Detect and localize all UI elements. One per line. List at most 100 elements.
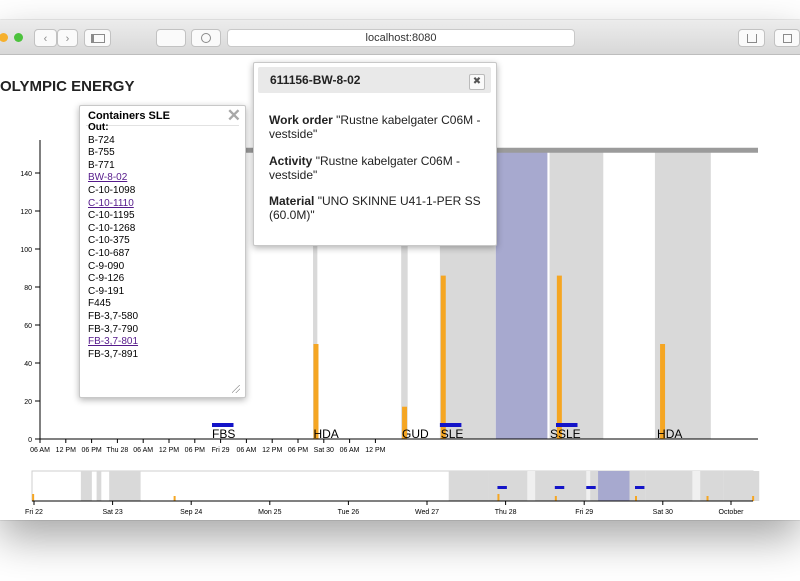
bar[interactable] — [440, 275, 446, 439]
x-tick-label: 06 PM — [288, 447, 308, 454]
resize-handle-icon[interactable] — [232, 385, 240, 393]
container-item: FB-3,7-891 — [88, 348, 139, 360]
material-field: Material "UNO SKINNE U41-1-PER SS (60.0M… — [269, 194, 484, 222]
overview-bar — [706, 496, 709, 501]
y-tick-label: 80 — [24, 285, 32, 292]
overview-band[interactable] — [96, 471, 102, 501]
workorder-header: 611156-BW-8-02 ✖ — [258, 67, 491, 93]
container-item: Out: — [88, 122, 109, 133]
forward-button[interactable]: › — [57, 29, 78, 47]
overview-bar — [752, 496, 755, 501]
overview-mark — [635, 486, 645, 489]
overview-band[interactable] — [448, 471, 489, 501]
container-item: B-771 — [88, 159, 115, 171]
browser-window: ‹ › localhost:8080 OLYMPIC ENERGY FBS HDA… — [0, 20, 800, 520]
container-item: C-9-126 — [88, 273, 125, 285]
y-tick-label: 20 — [24, 399, 32, 406]
share-icon — [746, 33, 757, 43]
container-item: FB-3,7-580 — [88, 310, 139, 322]
container-item: C-10-1268 — [88, 222, 136, 234]
activity-field-label: Activity — [269, 154, 313, 168]
containers-title: Containers SLE — [88, 110, 170, 122]
overview-x-tick-label: Mon 25 — [258, 509, 281, 516]
y-tick-label: 120 — [20, 209, 32, 216]
overview-x-tick-label: Sat 23 — [102, 509, 122, 516]
workorder-field-label: Work order — [269, 113, 333, 127]
x-tick-label: 06 AM — [133, 447, 153, 454]
material-field-label: Material — [269, 194, 315, 208]
x-tick-label: 12 PM — [159, 447, 179, 454]
overview-band[interactable] — [80, 471, 92, 501]
privacy-icon — [201, 33, 211, 44]
overview-selected-band[interactable] — [598, 471, 630, 501]
overview-bar — [173, 496, 176, 501]
overview-band[interactable] — [109, 471, 141, 501]
overview-x-tick-label: Thu 28 — [495, 509, 517, 516]
x-tick-label: 06 PM — [81, 447, 101, 454]
workorder-close-icon[interactable]: ✖ — [469, 74, 485, 90]
back-button[interactable]: ‹ — [34, 29, 57, 47]
container-item: F445 — [88, 298, 111, 310]
y-tick-label: 60 — [24, 323, 32, 330]
container-item: C-10-1195 — [88, 210, 135, 222]
overview-band[interactable] — [700, 471, 724, 501]
x-tick-label: 06 AM — [340, 447, 360, 454]
container-item: C-10-375 — [88, 235, 130, 247]
browser-titlebar: ‹ › localhost:8080 — [0, 20, 800, 55]
bar[interactable] — [313, 344, 319, 439]
container-item: C-9-090 — [88, 260, 125, 272]
container-item[interactable]: BW-8-02 — [88, 172, 238, 185]
container-item: FB-3,7-790 — [88, 323, 139, 335]
containers-panel: Containers SLE ✕ Out: B-724 B-755 B-771 BW-8… — [79, 105, 246, 398]
overview-mark — [497, 486, 507, 489]
overview-x-tick-label: Sep 24 — [180, 509, 202, 516]
privacy-report-button[interactable] — [191, 29, 221, 47]
x-tick-label: 12 PM — [365, 447, 385, 454]
occupancy-band[interactable] — [549, 150, 556, 439]
minimize-window-button[interactable] — [0, 33, 8, 42]
container-item: B-724 — [88, 134, 115, 146]
overview-bar — [497, 494, 500, 501]
container-item: C-10-687 — [88, 247, 130, 259]
overview-bar — [32, 494, 35, 501]
zoom-window-button[interactable] — [14, 33, 23, 42]
tabs-icon — [782, 33, 792, 43]
container-item: C-10-1098 — [88, 184, 136, 196]
overview-x-tick-label: Wed 27 — [415, 509, 439, 516]
share-button[interactable] — [738, 29, 765, 47]
y-tick-label: 0 — [28, 437, 32, 444]
overview-bar — [635, 496, 638, 501]
container-item: B-755 — [88, 147, 115, 159]
workorder-field: Work order "Rustne kabelgater C06M - ves… — [269, 113, 484, 141]
activity-field: Activity "Rustne kabelgater C06M - vests… — [269, 154, 484, 182]
overview-x-tick-label: Tue 26 — [338, 509, 360, 516]
x-tick-label: Fri 29 — [212, 447, 230, 454]
x-tick-label: 06 PM — [185, 447, 205, 454]
overview-bar — [554, 496, 557, 501]
workorder-title: 611156-BW-8-02 — [270, 73, 361, 87]
sidebar-toggle-button[interactable] — [84, 29, 111, 47]
x-tick-label: 06 AM — [236, 447, 256, 454]
workorder-popup: 611156-BW-8-02 ✖ Work order "Rustne kabe… — [253, 62, 497, 246]
overview-x-tick-label: October — [719, 509, 745, 516]
y-tick-label: 40 — [24, 361, 32, 368]
overview-band[interactable] — [488, 471, 528, 501]
occupancy-band[interactable] — [556, 150, 604, 439]
bar[interactable] — [556, 275, 562, 439]
x-tick-label: Sat 30 — [314, 447, 334, 454]
x-tick-label: 12 PM — [56, 447, 76, 454]
sidebar-icon — [90, 33, 105, 43]
containers-list[interactable]: Out: B-724 B-755 B-771 BW-8-02 C-10-1098 C-10-… — [88, 122, 238, 377]
overview-mark — [554, 486, 565, 489]
bar[interactable] — [660, 344, 666, 439]
x-tick-label: Thu 28 — [107, 447, 129, 454]
tab-overview-button[interactable] — [156, 29, 186, 47]
address-bar[interactable]: localhost:8080 — [227, 29, 575, 47]
container-item[interactable]: FB-3,7-801 — [88, 336, 238, 349]
new-tab-button[interactable] — [774, 29, 800, 47]
container-item[interactable]: C-10-1110 — [88, 198, 238, 211]
overview-mark — [586, 486, 596, 489]
overview-band[interactable] — [645, 471, 693, 501]
selected-band[interactable] — [495, 150, 548, 439]
x-tick-label: 12 PM — [262, 447, 282, 454]
